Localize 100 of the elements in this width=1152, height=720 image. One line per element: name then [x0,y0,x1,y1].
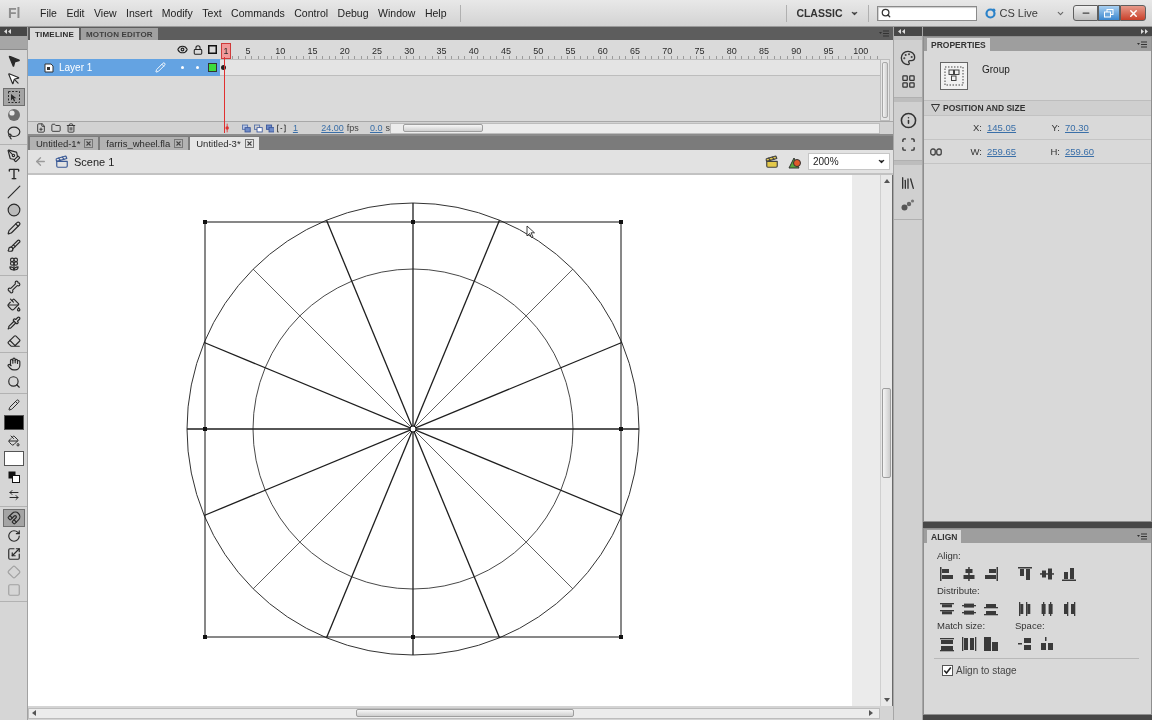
search-icon [881,8,892,18]
workspace-switcher[interactable]: CLASSIC [795,5,861,21]
align-middle-icon[interactable] [1039,566,1055,582]
cs-live-button[interactable]: CS Live [983,5,1040,21]
arrow-right-icon [869,710,873,716]
menu-item[interactable]: Window [374,5,420,21]
scrollbar-thumb[interactable] [356,709,574,717]
align-bottom-icon[interactable] [1061,566,1077,582]
panel-menu-icon [1137,532,1147,540]
menu-item[interactable]: Control [290,5,333,21]
new-layer-icon[interactable] [36,123,46,133]
scrollbar-thumb[interactable] [882,388,891,478]
color-swatch[interactable] [3,451,24,466]
panel-tab[interactable]: MOTION EDITOR [80,28,158,40]
frame-number: 60 [596,45,609,58]
folder-icon[interactable] [51,123,61,133]
distribute-top-icon[interactable] [939,601,955,617]
align-right-icon[interactable] [983,566,999,582]
current-frame[interactable]: 1 [292,123,298,133]
scrollbar[interactable] [390,122,880,134]
document-tab[interactable]: Untitled-1* [30,137,99,150]
checkbox[interactable] [942,665,953,676]
elapsed-time[interactable]: 0.0 [369,123,383,133]
frame-number: 40 [467,45,480,58]
menu-item[interactable]: View [90,5,121,21]
section-header[interactable]: POSITION AND SIZE [924,101,1151,116]
panel-tab[interactable]: ALIGN [927,530,962,543]
menu-item[interactable]: Insert [122,5,157,21]
document-tab[interactable]: Untitled-3* [190,137,259,150]
paint-bucket-icon [7,435,20,447]
zoom-select[interactable]: 200% [808,153,890,170]
value-field[interactable]: 70.30 [1065,122,1122,133]
distribute-center-icon[interactable] [1039,601,1055,617]
value-field[interactable]: 145.05 [987,122,1044,133]
dots-icon[interactable] [901,199,915,211]
document-tab[interactable]: farris_wheel.fla [100,137,189,150]
overlapping-squares-icon[interactable] [242,123,251,133]
frame-number: 50 [532,45,545,58]
grid-icon[interactable] [900,74,916,89]
restore-button[interactable] [1098,5,1120,21]
panel-tab[interactable]: TIMELINE [30,28,79,40]
align-top-icon[interactable] [1017,566,1033,582]
caret-icon [877,157,886,166]
search-field[interactable] [877,5,978,21]
scrollbar-thumb[interactable] [403,124,483,132]
chain-link-icon[interactable] [930,146,942,157]
distribute-right-icon[interactable] [1061,601,1077,617]
value-field[interactable]: 259.65 [987,146,1044,157]
menu-item[interactable]: Modify [157,5,197,21]
pen-icon [6,149,21,163]
menu-item[interactable]: Edit [62,5,89,21]
value-field[interactable]: 259.60 [1065,146,1122,157]
align-center-icon[interactable] [961,566,977,582]
tool-button[interactable] [2,509,25,527]
align-left-icon[interactable] [939,566,955,582]
eye-icon [177,44,188,55]
outline-squares-icon[interactable] [253,123,263,133]
menu-item[interactable]: Debug [333,5,373,21]
object-type: Group [982,64,1010,75]
brush-icon [6,239,21,253]
menu-item[interactable]: Commands [227,5,289,21]
space-vertical-icon[interactable] [1017,636,1033,652]
match-width-icon[interactable] [939,636,955,652]
section-label: Space: [1015,620,1046,632]
frame-rate[interactable]: 24.00 [321,123,344,133]
library-icon[interactable] [900,175,916,191]
color-swatch[interactable] [3,415,24,430]
info-icon[interactable] [899,112,917,129]
match-height-icon[interactable] [961,636,977,652]
menu-item[interactable]: Text [198,5,226,21]
match-size-icon[interactable] [983,636,999,652]
close-icon [1127,7,1139,19]
section-label: Align: [937,550,962,562]
scene-name[interactable]: Scene 1 [74,155,115,168]
distribute-bottom-icon[interactable] [983,601,999,617]
fps-label: fps [346,123,359,133]
tool-button[interactable] [2,88,25,106]
minimize-button[interactable] [1073,5,1098,21]
bracket-icon[interactable] [277,123,286,133]
scrollbar[interactable] [28,707,880,719]
close-button[interactable] [1120,5,1146,21]
frame-corners-icon[interactable] [900,137,916,152]
distribute-left-icon[interactable] [1017,601,1033,617]
space-horizontal-icon[interactable] [1039,636,1055,652]
sphere-icon [6,108,21,122]
overlapping-squares-icon[interactable] [265,123,275,133]
frame-ruler[interactable]: 1 5 10 15 20 25 30 35 40 45 50 55 60 65 70 75 80 85 90 95 100 [220,40,880,59]
distribute-middle-icon[interactable] [961,601,977,617]
frame-number: 65 [629,45,642,58]
frame-cells[interactable] [220,59,880,76]
menu-item[interactable]: Help [420,5,451,21]
scrollbar[interactable] [880,175,892,706]
clapperboard-icon[interactable] [765,154,779,169]
panel-tab[interactable]: PROPERTIES [927,38,990,51]
trash-icon[interactable] [66,123,76,133]
frame-number: 5 [244,45,252,58]
menu-item[interactable]: File [36,5,61,21]
palette-icon[interactable] [900,50,916,66]
frame-number: 80 [725,45,738,58]
disclosure-triangle-icon[interactable] [931,104,940,112]
